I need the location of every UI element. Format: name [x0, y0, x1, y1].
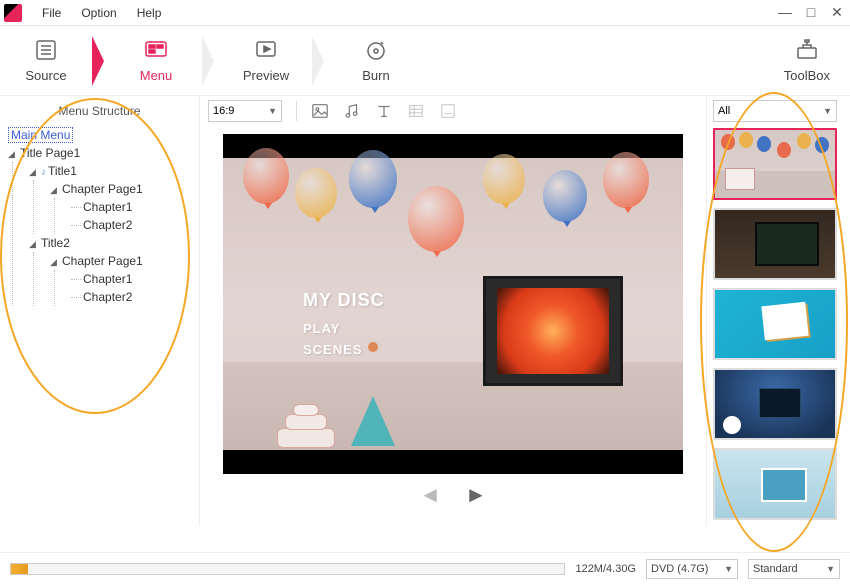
tree-chapter2-b[interactable]: Chapter2 [71, 288, 199, 306]
disc-type-select[interactable]: DVD (4.7G)▼ [646, 559, 738, 579]
menu-icon [143, 38, 169, 62]
template-thumbnail-3[interactable] [713, 288, 837, 360]
balloon-decoration [243, 148, 289, 204]
menu-file[interactable]: File [32, 6, 71, 20]
tree-chapter1-a[interactable]: Chapter1 [71, 198, 199, 216]
burn-icon [363, 38, 389, 62]
source-icon [33, 38, 59, 62]
toolbox-button[interactable]: ToolBox [784, 38, 830, 83]
preview-icon [253, 38, 279, 62]
music-icon: ♪ [41, 167, 46, 178]
title-bar: File Option Help — □ ✕ [0, 0, 850, 26]
balloon-decoration [603, 152, 649, 208]
close-button[interactable]: ✕ [828, 4, 846, 21]
cake-decoration [273, 394, 339, 448]
template-filter-select[interactable]: All▼ [713, 100, 837, 122]
balloon-decoration [349, 150, 397, 208]
step-source-label: Source [25, 68, 66, 83]
tree-title2[interactable]: ◢Title2 [29, 234, 199, 252]
maximize-button[interactable]: □ [802, 4, 820, 21]
text-icon[interactable] [375, 102, 393, 120]
tree-header: Menu Structure [0, 96, 199, 126]
template-thumbnail-4[interactable] [713, 368, 837, 440]
minimize-button[interactable]: — [776, 4, 794, 21]
play-link[interactable]: PLAY [303, 321, 385, 336]
step-burn[interactable]: Burn [330, 26, 422, 96]
aspect-ratio-select[interactable]: 16:9▼ [208, 100, 282, 122]
balloon-decoration [483, 154, 525, 204]
tree-title1[interactable]: ◢♪Title1 [29, 162, 199, 180]
balloon-decoration [295, 168, 337, 218]
step-menu[interactable]: Menu [110, 26, 202, 96]
tree-title-page1[interactable]: ◢Title Page1 [8, 144, 199, 162]
tree-main-menu[interactable]: Main Menu [8, 126, 199, 144]
size-progress-bar [10, 563, 565, 575]
balloon-decoration [543, 170, 587, 222]
tree-chapter-page1-b[interactable]: ◢Chapter Page1 [50, 252, 199, 270]
tree-chapter-page1-a[interactable]: ◢Chapter Page1 [50, 180, 199, 198]
template-thumbnail-1[interactable] [713, 128, 837, 200]
menu-option[interactable]: Option [71, 6, 126, 20]
step-menu-label: Menu [140, 68, 173, 83]
tree-chapter2-a[interactable]: Chapter2 [71, 216, 199, 234]
balloon-decoration [408, 186, 464, 252]
status-bar: 122M/4.30G DVD (4.7G)▼ Standard▼ [0, 552, 850, 584]
subtitle-icon[interactable] [439, 102, 457, 120]
menu-help[interactable]: Help [127, 6, 172, 20]
background-music-icon[interactable] [343, 102, 361, 120]
step-source[interactable]: Source [0, 26, 92, 96]
video-thumbnail-frame[interactable] [483, 276, 623, 386]
template-thumbnail-2[interactable] [713, 208, 837, 280]
step-preview[interactable]: Preview [220, 26, 312, 96]
toolbox-icon [794, 38, 820, 62]
size-label: 122M/4.30G [575, 563, 636, 575]
menu-preview[interactable]: MY DISC PLAY SCENES [223, 134, 683, 474]
chapter-icon[interactable] [407, 102, 425, 120]
preview-toolbar: 16:9▼ [200, 96, 706, 126]
party-hat-decoration [351, 396, 395, 446]
disc-title-text[interactable]: MY DISC [303, 290, 385, 311]
template-thumbnail-5[interactable] [713, 448, 837, 520]
template-panel: All▼ [706, 96, 850, 526]
quality-select[interactable]: Standard▼ [748, 559, 840, 579]
step-burn-label: Burn [362, 68, 389, 83]
background-image-icon[interactable] [311, 102, 329, 120]
tree-chapter1-b[interactable]: Chapter1 [71, 270, 199, 288]
step-preview-label: Preview [243, 68, 289, 83]
next-page-arrow[interactable]: ► [465, 482, 487, 508]
app-logo [4, 4, 22, 22]
workflow-steps: Source Menu Preview Burn ToolBox [0, 26, 850, 96]
menu-structure-panel: Menu Structure Main Menu ◢Title Page1 ◢♪… [0, 96, 200, 526]
prev-page-arrow[interactable]: ◄ [419, 482, 441, 508]
toolbox-label: ToolBox [784, 68, 830, 83]
